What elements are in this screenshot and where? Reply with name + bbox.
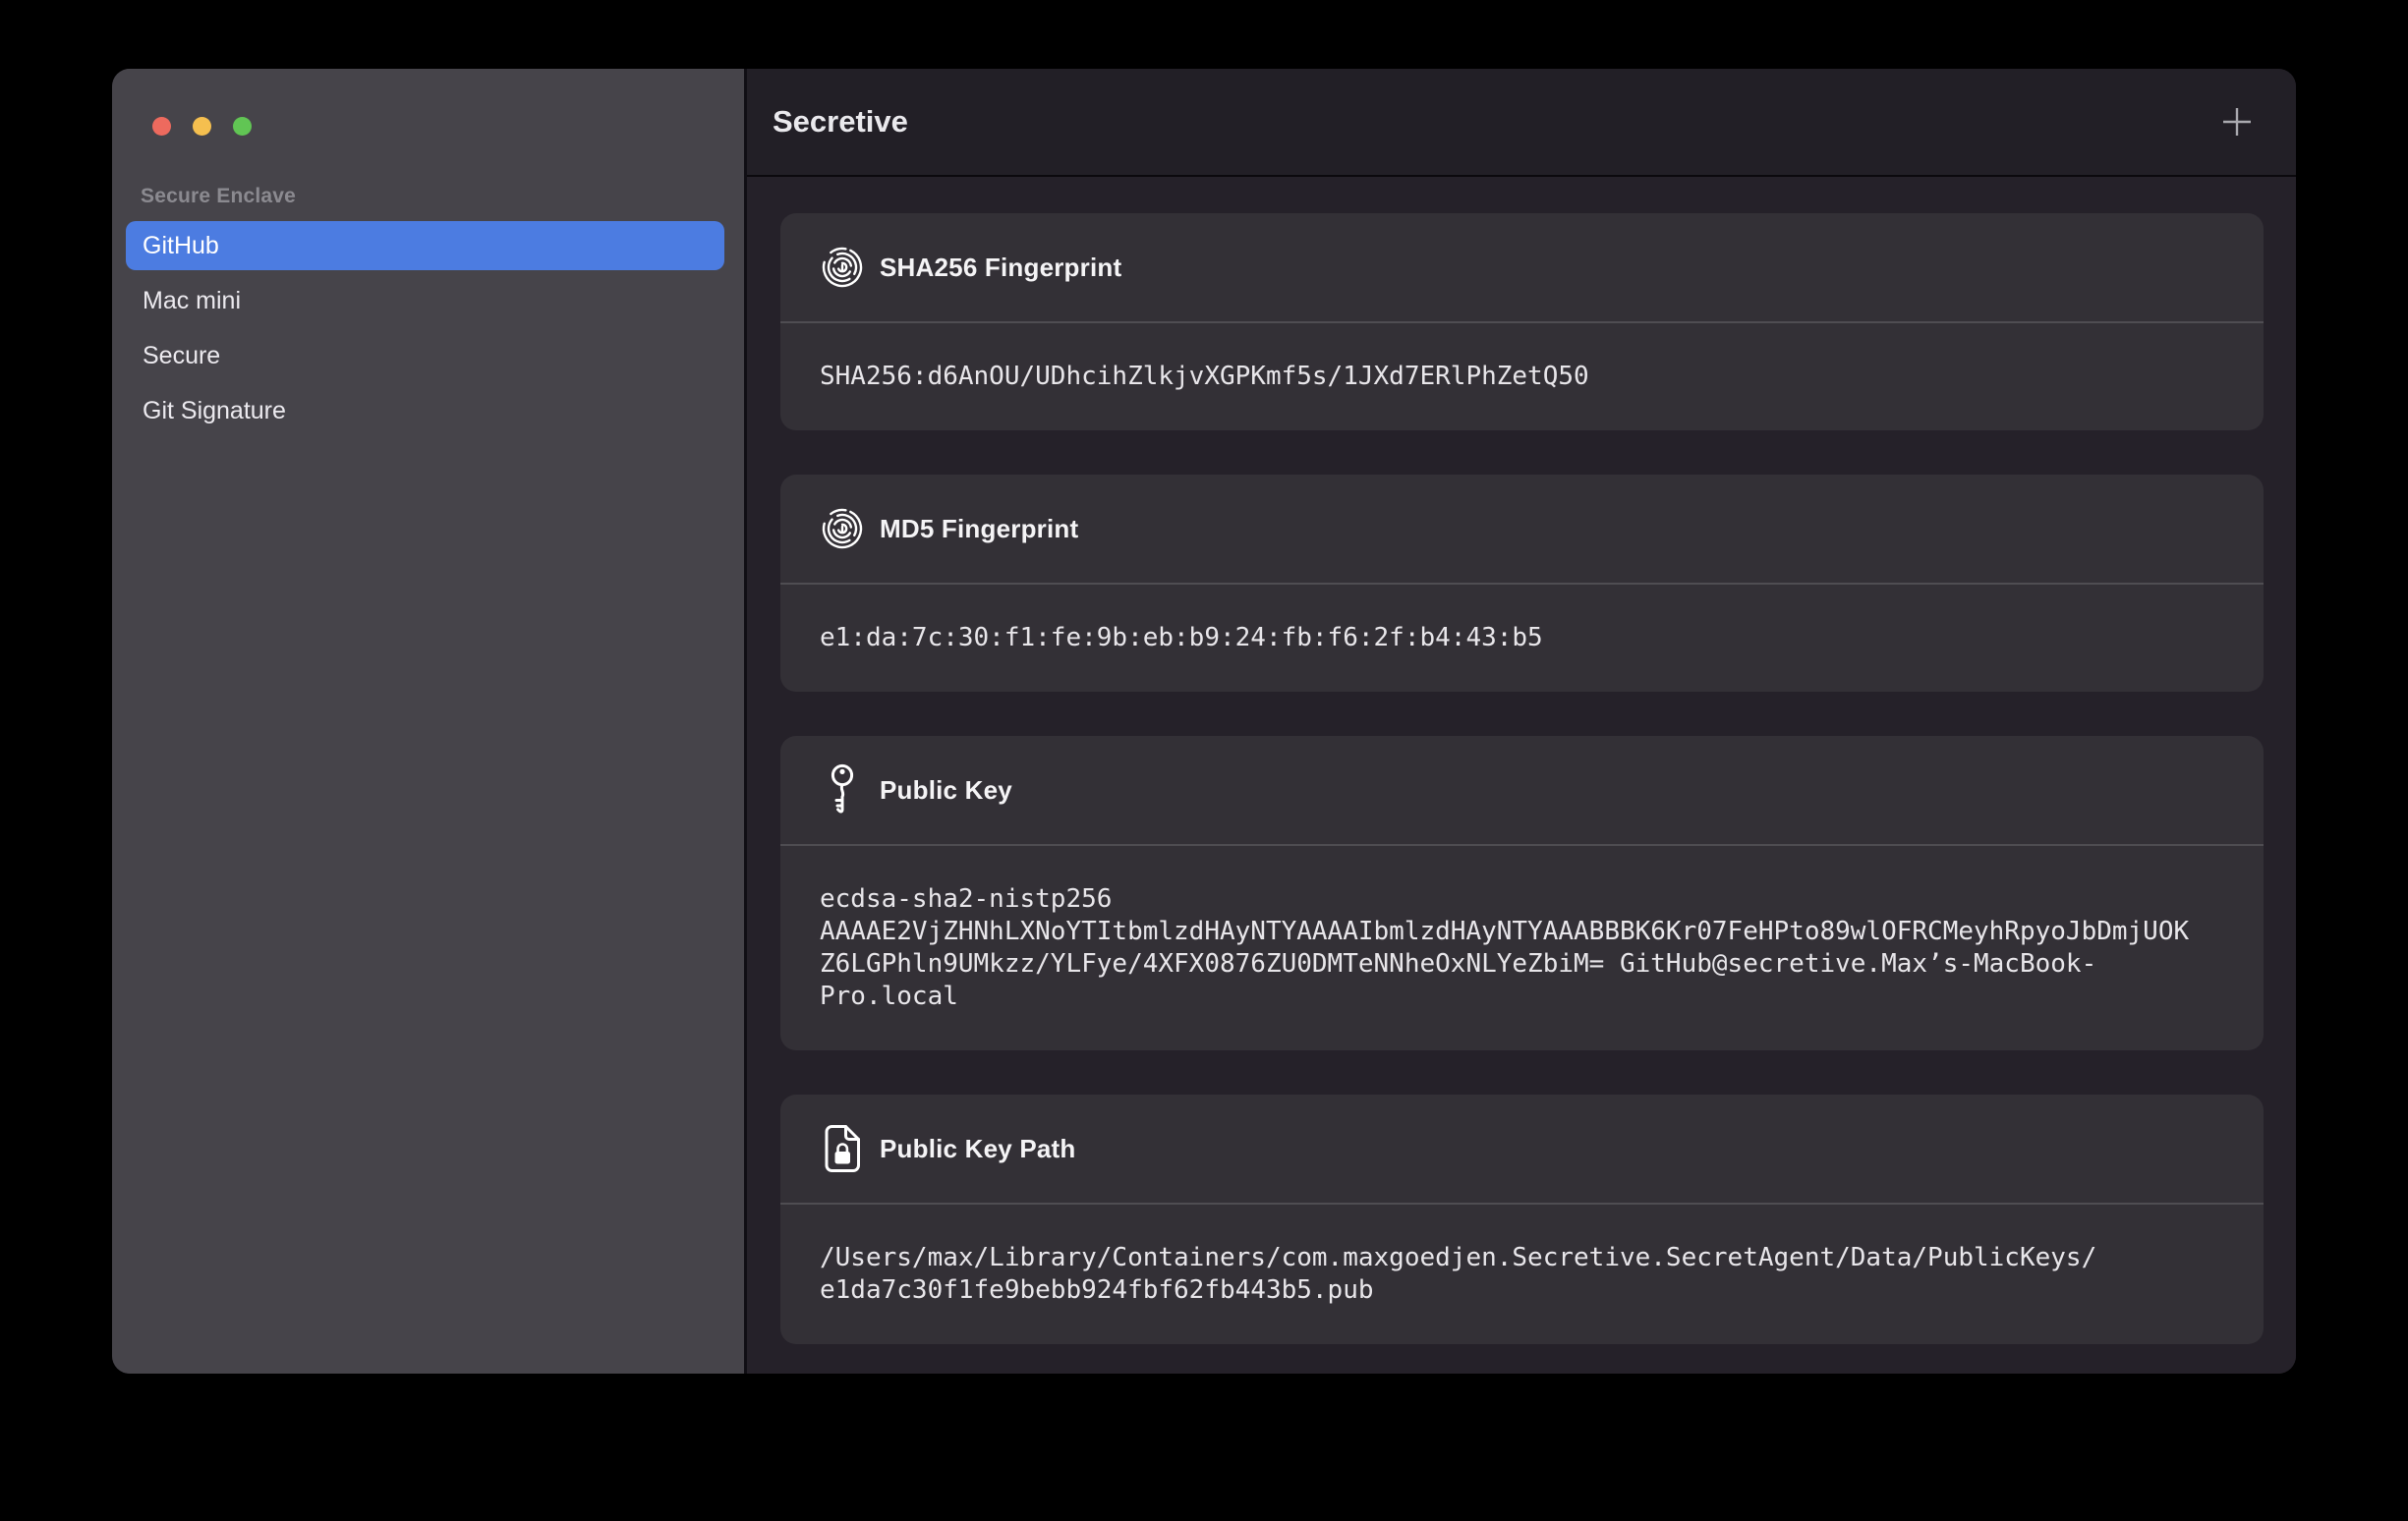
- card-title: SHA256 Fingerprint: [880, 253, 1121, 283]
- sidebar-section-label: Secure Enclave: [141, 185, 724, 208]
- sidebar-item-label: Secure: [143, 342, 220, 370]
- card-header: Public Key: [780, 736, 2264, 846]
- sidebar-item-label: GitHub: [143, 232, 219, 260]
- card-title: MD5 Fingerprint: [880, 514, 1078, 544]
- card-body: e1:da:7c:30:f1:fe:9b:eb:b9:24:fb:f6:2f:b…: [780, 585, 2264, 692]
- secretive-window: Secure Enclave GitHub Mac mini Secure Gi…: [112, 69, 2296, 1374]
- fingerprint-icon: [820, 506, 865, 551]
- main-content: SHA256 Fingerprint SHA256:d6AnOU/UDhcihZ…: [747, 177, 2296, 1374]
- sidebar-item-secure[interactable]: Secure: [126, 331, 724, 380]
- card-header: MD5 Fingerprint: [780, 475, 2264, 585]
- card-title: Public Key Path: [880, 1134, 1076, 1164]
- public-key-card: Public Key ecdsa-sha2-nistp256 AAAAE2VjZ…: [780, 736, 2264, 1050]
- card-body: /Users/max/Library/Containers/com.maxgoe…: [780, 1205, 2264, 1344]
- close-button[interactable]: [152, 117, 171, 136]
- md5-fingerprint-value: e1:da:7c:30:f1:fe:9b:eb:b9:24:fb:f6:2f:b…: [820, 622, 2224, 654]
- fingerprint-icon: [820, 245, 865, 290]
- card-body: ecdsa-sha2-nistp256 AAAAE2VjZHNhLXNoYTIt…: [780, 846, 2264, 1050]
- window-title: Secretive: [773, 104, 908, 140]
- card-title: Public Key: [880, 775, 1012, 806]
- md5-fingerprint-card: MD5 Fingerprint e1:da:7c:30:f1:fe:9b:eb:…: [780, 475, 2264, 692]
- sidebar-item-label: Mac mini: [143, 287, 241, 315]
- public-key-value: ecdsa-sha2-nistp256 AAAAE2VjZHNhLXNoYTIt…: [820, 883, 2224, 1013]
- sidebar: Secure Enclave GitHub Mac mini Secure Gi…: [112, 69, 747, 1374]
- lock-document-icon: [820, 1123, 865, 1174]
- zoom-button[interactable]: [233, 117, 252, 136]
- main-pane: Secretive: [747, 69, 2296, 1374]
- sidebar-item-github[interactable]: GitHub: [126, 221, 724, 270]
- card-header: SHA256 Fingerprint: [780, 213, 2264, 323]
- minimize-button[interactable]: [193, 117, 211, 136]
- sidebar-item-git-signature[interactable]: Git Signature: [126, 386, 724, 435]
- traffic-lights: [152, 117, 252, 136]
- titlebar: Secretive: [747, 69, 2296, 177]
- sha256-fingerprint-card: SHA256 Fingerprint SHA256:d6AnOU/UDhcihZ…: [780, 213, 2264, 430]
- public-key-path-card: Public Key Path /Users/max/Library/Conta…: [780, 1095, 2264, 1344]
- card-header: Public Key Path: [780, 1095, 2264, 1205]
- public-key-path-value: /Users/max/Library/Containers/com.maxgoe…: [820, 1242, 2224, 1307]
- sidebar-item-label: Git Signature: [143, 397, 286, 425]
- sha256-fingerprint-value: SHA256:d6AnOU/UDhcihZlkjvXGPKmf5s/1JXd7E…: [820, 361, 2224, 393]
- card-body: SHA256:d6AnOU/UDhcihZlkjvXGPKmf5s/1JXd7E…: [780, 323, 2264, 430]
- add-secret-button[interactable]: [2215, 100, 2259, 143]
- sidebar-item-mac-mini[interactable]: Mac mini: [126, 276, 724, 325]
- key-icon: [820, 762, 865, 817]
- plus-icon: [2219, 104, 2255, 140]
